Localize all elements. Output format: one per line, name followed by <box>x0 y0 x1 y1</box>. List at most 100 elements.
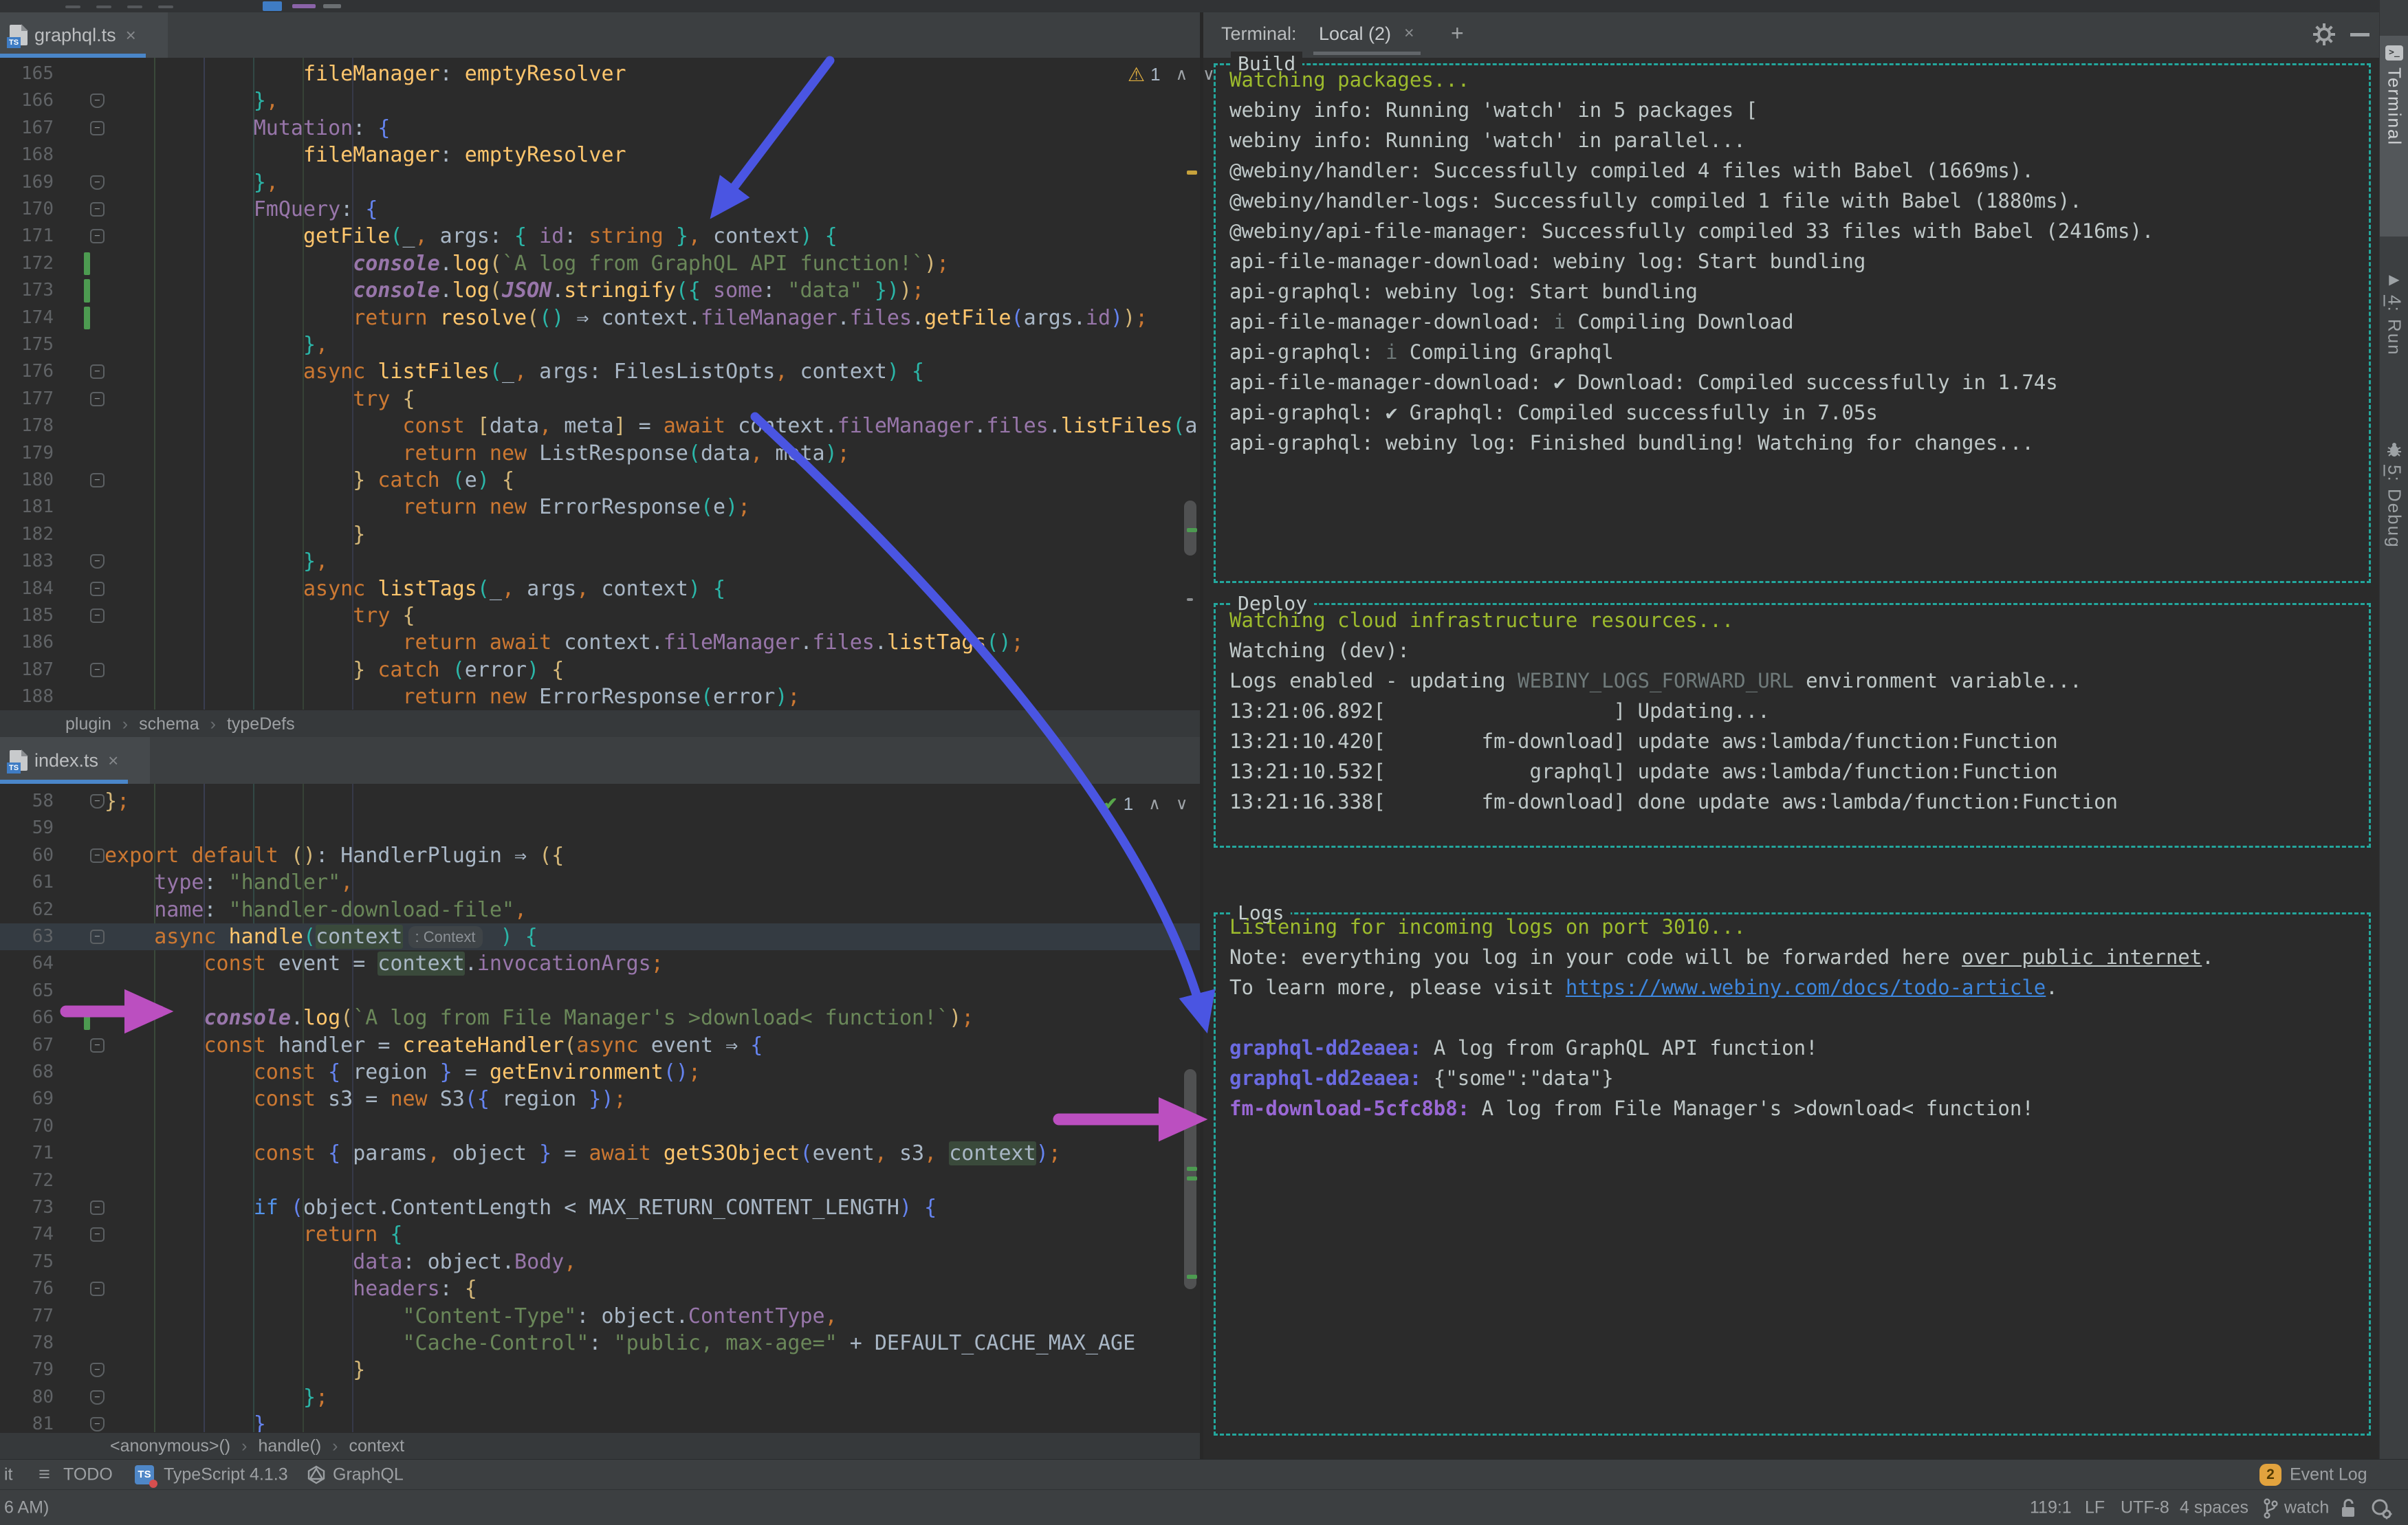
close-icon[interactable]: × <box>108 750 118 771</box>
stripe-button-terminal[interactable]: >_ Terminal <box>2380 36 2408 237</box>
code-line: 180 − } catch (e) { <box>0 467 1200 494</box>
fold-icon[interactable]: − <box>90 1417 105 1432</box>
code-text: } <box>253 1412 266 1432</box>
settings-sync-icon[interactable] <box>2369 1497 2393 1520</box>
code-text: data: object.Body, <box>353 1249 577 1274</box>
terminal-tab-local[interactable]: Local (2) <box>1319 23 1391 45</box>
inspection-widget-index[interactable]: ✔ 1 ∧ ∨ <box>1103 793 1187 815</box>
breadcrumb-item[interactable]: typeDefs <box>227 714 295 734</box>
fold-icon[interactable]: − <box>90 202 105 217</box>
typescript-error-dot <box>149 1480 157 1488</box>
close-icon[interactable]: × <box>1404 23 1414 43</box>
editor-graphql[interactable]: 165 fileManager: emptyResolver 166− }, 167… <box>0 58 1200 710</box>
fold-icon[interactable]: − <box>90 391 105 406</box>
code-line: 75 data: object.Body, <box>0 1249 1200 1275</box>
stripe-button-run[interactable]: ▶ 4: Run <box>2380 267 2408 408</box>
stripe-label: Terminal <box>2384 67 2405 146</box>
event-log-button[interactable]: Event Log <box>2290 1465 2367 1485</box>
terminal-line: api-graphql: webiny log: Finished bundli… <box>1229 431 2034 454</box>
line-number: 165 <box>21 63 54 84</box>
code-line: 171 − getFile(_, args: { id: string }, co… <box>0 223 1200 250</box>
code-line: 187 − } catch (error) { <box>0 657 1200 683</box>
code-line: 172 console.log(`A log from GraphQL API … <box>0 250 1200 277</box>
run-icon: ▶ <box>2389 272 2400 287</box>
chevron-up-icon[interactable]: ∧ <box>1148 794 1161 814</box>
fold-icon[interactable]: − <box>90 554 105 569</box>
todo-button[interactable]: TODO <box>63 1465 113 1485</box>
code-line: 61 type: "handler", <box>0 869 1200 896</box>
indent-widget[interactable]: 4 spaces <box>2180 1498 2248 1518</box>
code-text: const s3 = new S3({ region }); <box>253 1087 626 1112</box>
git-button-partial[interactable]: it <box>4 1465 13 1485</box>
editor-index[interactable]: 58−}; 59 60− export default (): HandlerPlug… <box>0 784 1200 1432</box>
typescript-button[interactable]: TypeScript 4.1.3 <box>164 1465 288 1485</box>
fold-icon[interactable]: − <box>90 581 105 596</box>
fold-icon[interactable]: − <box>90 794 105 809</box>
log-link[interactable]: https://www.webiny.com/docs/todo-article <box>1566 976 2046 999</box>
chevron-up-icon[interactable]: ∧ <box>1176 65 1188 85</box>
fold-icon[interactable]: − <box>90 120 105 135</box>
terminal-line: api-graphql: webiny log: Start bundling <box>1229 280 1698 303</box>
chevron-down-icon[interactable]: ∨ <box>1203 65 1215 85</box>
inspection-widget-graphql[interactable]: ⚠ 1 ∧ ∨ <box>1128 63 1215 86</box>
line-number: 70 <box>32 1115 54 1137</box>
code-line: 178 const [data, meta] = await context.f… <box>0 413 1200 439</box>
breadcrumb: plugin › schema › typeDefs <box>0 710 1269 738</box>
event-log-badge[interactable]: 2 <box>2259 1464 2281 1486</box>
fold-icon[interactable]: − <box>90 930 105 944</box>
code-line: 58 −}; <box>0 788 1200 815</box>
unlock-icon[interactable] <box>2339 1498 2357 1519</box>
terminal-panel[interactable]: Build Watching packages... webiny info: Ru… <box>1203 52 2379 1459</box>
tab-index-ts[interactable]: TS index.ts × <box>0 737 150 784</box>
fold-icon[interactable]: − <box>90 1282 105 1297</box>
gear-icon[interactable] <box>2312 22 2336 47</box>
line-number: 64 <box>32 953 54 974</box>
terminal-line: @webiny/handler-logs: Successfully compi… <box>1229 189 2082 212</box>
code-line: 62 name: "handler-download-file", <box>0 897 1200 923</box>
fold-icon[interactable]: − <box>90 1200 105 1215</box>
caret-position-widget[interactable]: 119:1 <box>2030 1498 2072 1518</box>
close-icon[interactable]: × <box>126 25 136 46</box>
code-line: 169 − }, <box>0 169 1200 196</box>
breadcrumb-item[interactable]: <anonymous>() <box>110 1436 230 1456</box>
fold-icon[interactable]: − <box>90 608 105 623</box>
line-number: 166 <box>21 90 54 111</box>
tab-graphql-ts[interactable]: TS graphql.ts × <box>0 12 168 58</box>
code-line: 60 − export default (): HandlerPlugin ⇒ ({ <box>0 842 1200 869</box>
fold-icon[interactable]: − <box>90 1227 105 1242</box>
fold-icon[interactable]: − <box>90 662 105 677</box>
editor-tabbar-graphql: TS graphql.ts × <box>0 12 1203 58</box>
line-separator-widget[interactable]: LF <box>2085 1498 2105 1518</box>
fold-icon[interactable]: − <box>90 364 105 380</box>
code-line: 176 − async listFiles(_, args: FilesListO… <box>0 358 1200 385</box>
breadcrumb-item[interactable]: plugin <box>65 714 111 734</box>
git-branch-widget[interactable]: watch <box>2284 1498 2329 1518</box>
encoding-widget[interactable]: UTF-8 <box>2121 1498 2169 1518</box>
graphql-button[interactable]: GraphQL <box>333 1465 404 1485</box>
code-line: 63 − async handle(context: Context ) { <box>0 923 1200 951</box>
breadcrumb-item[interactable]: handle() <box>258 1436 321 1456</box>
breadcrumb-item[interactable]: context <box>349 1436 405 1456</box>
code-line: 74 − return { <box>0 1221 1200 1248</box>
new-terminal-tab-button[interactable]: + <box>1451 21 1464 46</box>
fold-icon[interactable]: − <box>90 1390 105 1405</box>
fold-icon[interactable]: − <box>90 1038 105 1053</box>
terminal-line: Listening for incoming logs on port 3010… <box>1229 915 1746 939</box>
stripe-button-debug[interactable]: 5: Debug <box>2380 437 2408 619</box>
line-number: 185 <box>21 605 54 626</box>
fold-icon[interactable]: − <box>90 848 105 863</box>
line-number: 79 <box>32 1359 54 1381</box>
vcs-change-bar <box>84 252 90 276</box>
terminal-line: To learn more, please visit https://www.… <box>1229 976 2058 999</box>
fold-icon[interactable]: − <box>90 229 105 244</box>
breadcrumb-item[interactable]: schema <box>139 714 199 734</box>
code-line: 167 − Mutation: { <box>0 115 1200 142</box>
fold-icon[interactable]: − <box>90 94 105 109</box>
fold-icon[interactable]: − <box>90 175 105 190</box>
fold-icon[interactable]: − <box>90 473 105 487</box>
code-line: 80 − }; <box>0 1384 1200 1411</box>
minimize-icon[interactable] <box>2350 33 2369 36</box>
fold-icon[interactable]: − <box>90 1363 105 1378</box>
chevron-down-icon[interactable]: ∨ <box>1176 794 1188 814</box>
code-text: const handler = createHandler(async even… <box>204 1033 763 1057</box>
